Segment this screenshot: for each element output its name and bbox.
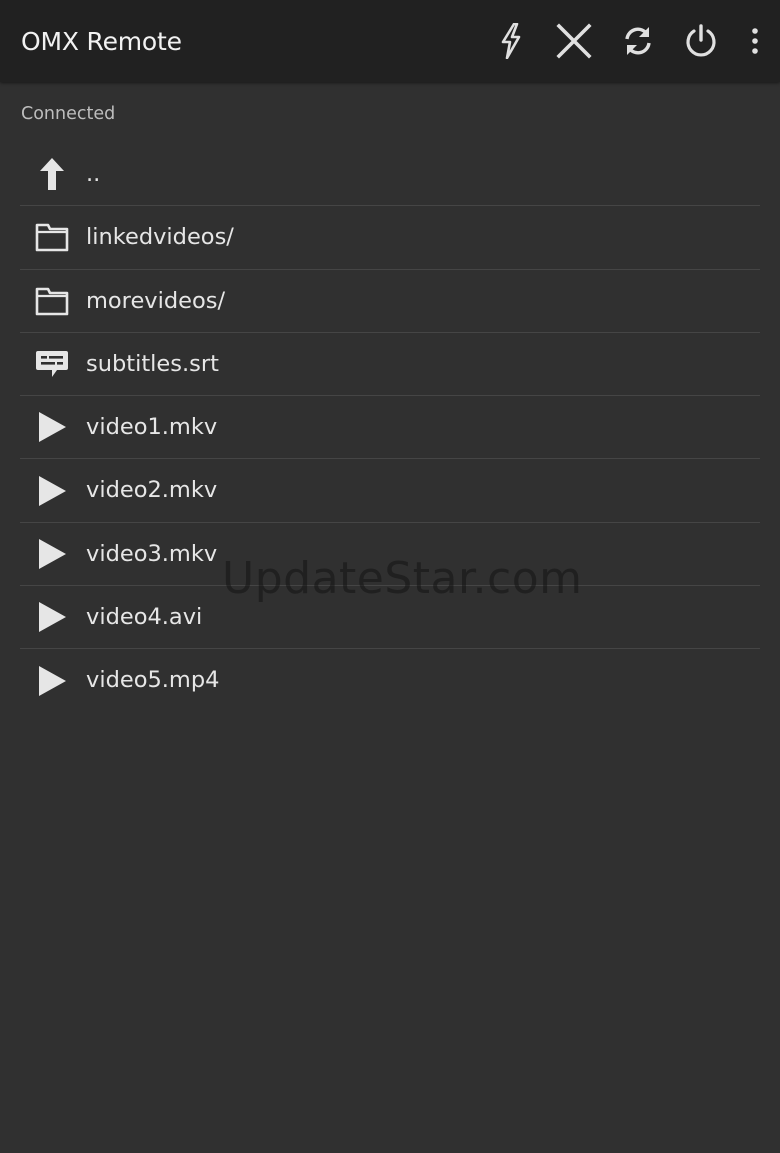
list-item-folder[interactable]: morevideos/ [20,270,760,333]
app-title: OMX Remote [21,27,182,56]
play-icon [34,409,70,445]
file-name: video3.mkv [86,540,218,567]
file-name: linkedvideos/ [86,224,234,251]
power-button[interactable] [672,0,730,82]
subtitles-icon [34,346,70,382]
list-item-video[interactable]: video1.mkv [20,396,760,460]
list-item-video[interactable]: video3.mkv [20,523,760,587]
file-name: video4.avi [86,604,203,631]
play-icon [34,536,70,572]
file-name: morevideos/ [86,287,226,314]
app-window: OMX Remote Connected .. linkedvideos/ mo… [0,0,780,1153]
file-name: video2.mkv [86,477,218,504]
folder-icon [34,283,70,319]
lightning-button[interactable] [482,0,540,82]
power-icon [686,24,716,57]
overflow-menu-icon [752,28,758,54]
file-list: .. linkedvideos/ morevideos/ subtitles.s… [20,143,760,712]
folder-icon [34,219,70,255]
play-icon [34,599,70,635]
play-icon [34,473,70,509]
file-name: video1.mkv [86,414,218,441]
list-item-subtitle-file[interactable]: subtitles.srt [20,333,760,397]
action-bar: OMX Remote [0,0,780,82]
connection-status: Connected [21,104,116,124]
file-name: subtitles.srt [86,350,219,377]
overflow-menu-button[interactable] [735,0,775,82]
list-item-video[interactable]: video2.mkv [20,459,760,523]
close-icon [556,23,592,59]
close-button[interactable] [545,0,603,82]
refresh-button[interactable] [609,0,667,82]
list-item-parent-directory[interactable]: .. [20,143,760,207]
play-icon [34,663,70,699]
list-item-video[interactable]: video5.mp4 [20,649,760,711]
list-item-folder[interactable]: linkedvideos/ [20,206,760,270]
lightning-icon [501,23,521,59]
file-name: video5.mp4 [86,667,220,694]
file-name: .. [86,161,101,187]
arrow-up-icon [34,156,70,192]
list-item-video[interactable]: video4.avi [20,586,760,650]
refresh-icon [625,27,651,55]
